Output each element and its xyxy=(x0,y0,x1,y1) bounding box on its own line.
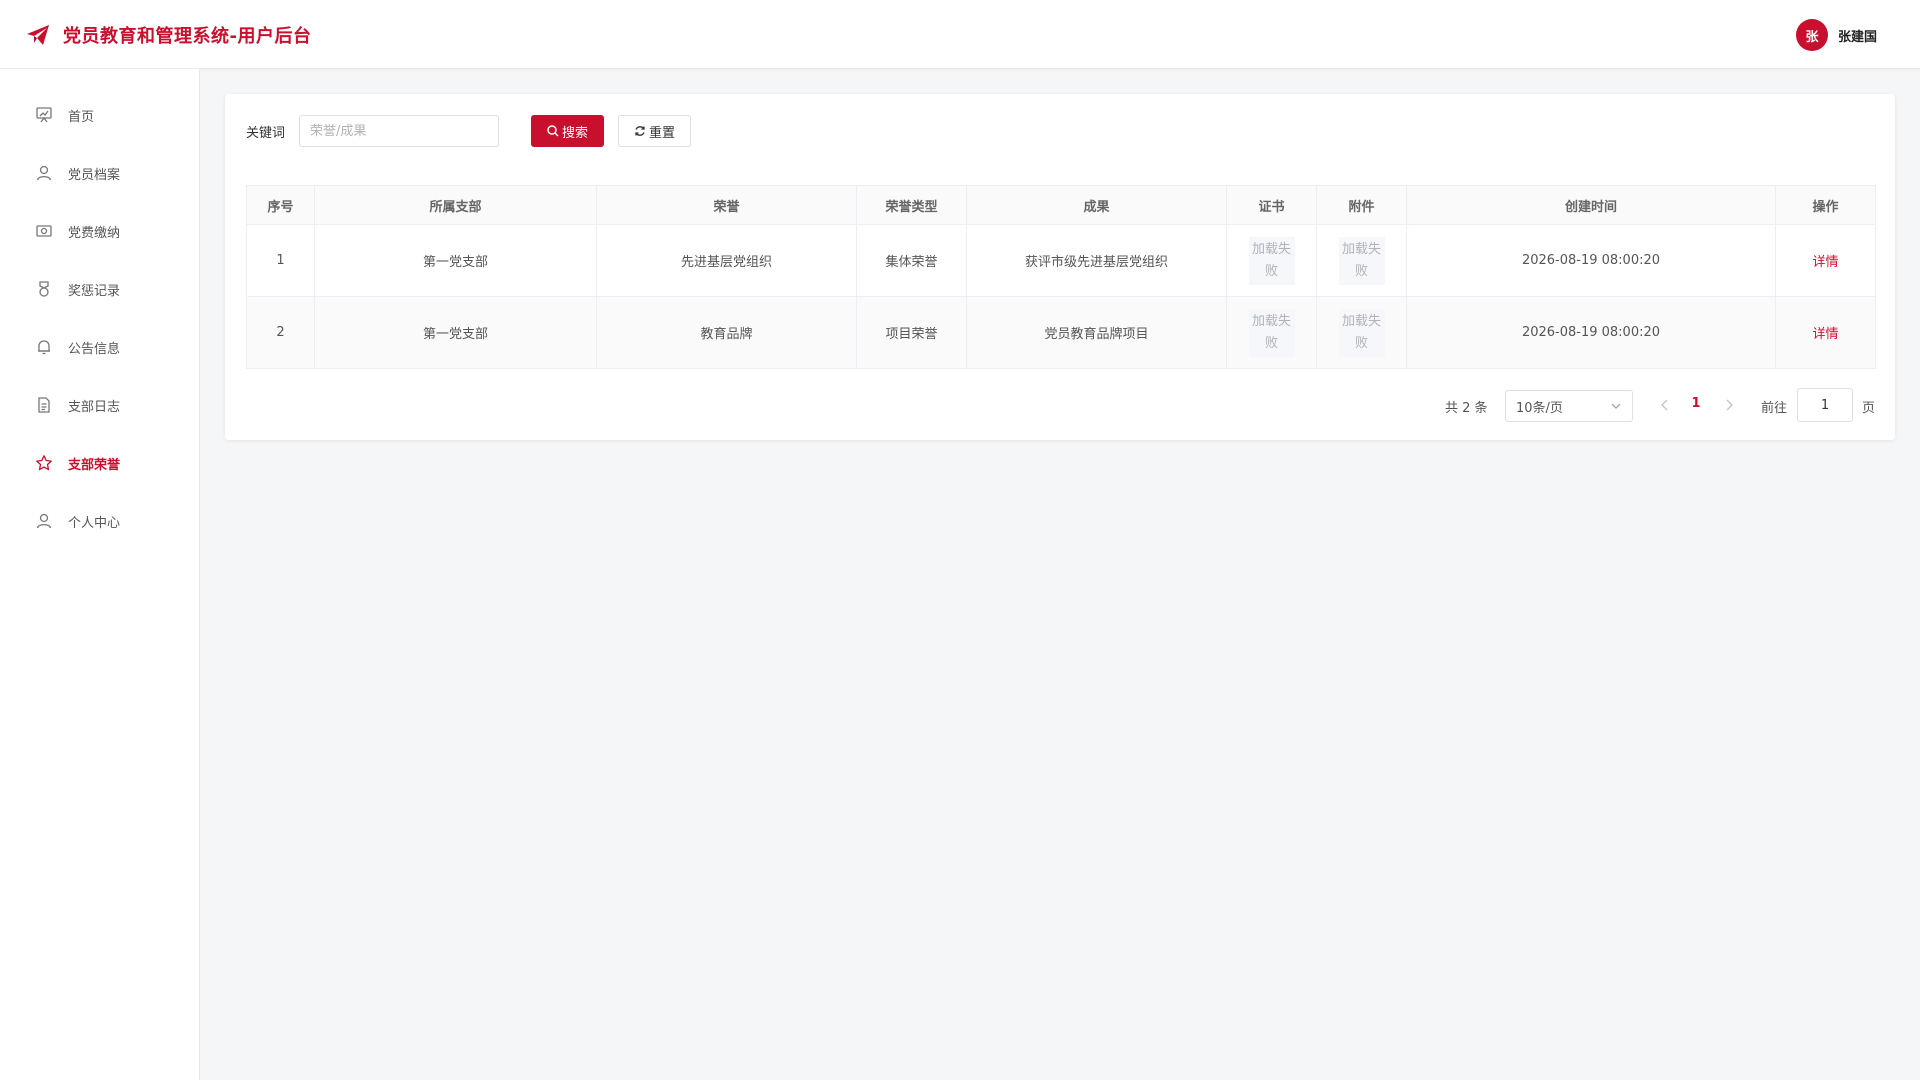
chevron-right-icon[interactable] xyxy=(1721,397,1737,413)
sidebar-item-label: 党费缴纳 xyxy=(68,226,121,241)
cell-index: 2 xyxy=(246,296,315,369)
cell-created: 2026-08-19 08:00:20 xyxy=(1406,296,1776,369)
page-suffix: 页 xyxy=(1862,401,1876,416)
cell-honor: 教育品牌 xyxy=(596,296,857,369)
sidebar-item-branch-log[interactable]: 支部日志 xyxy=(0,383,200,427)
search-button-label: 搜索 xyxy=(561,125,588,141)
medal-icon xyxy=(39,281,49,297)
avatar[interactable]: 张 xyxy=(1796,19,1828,51)
sidebar-item-label: 支部日志 xyxy=(68,400,121,415)
sidebar-item-member-files[interactable]: 党员档案 xyxy=(0,151,200,195)
user-icon xyxy=(36,165,52,181)
page-number-current[interactable]: 1 xyxy=(1687,396,1705,411)
page-size-select[interactable]: 10条/页 xyxy=(1505,390,1633,422)
detail-link[interactable]: 详情 xyxy=(1812,255,1838,270)
cell-certificate: 加载失败 xyxy=(1226,296,1317,369)
document-icon xyxy=(38,397,50,413)
chevron-left-icon[interactable] xyxy=(1657,397,1673,413)
cell-type: 集体荣誉 xyxy=(856,224,967,297)
column-header: 操作 xyxy=(1775,185,1876,225)
money-icon xyxy=(36,225,52,237)
home-icon xyxy=(36,107,52,123)
top-header: 党员教育和管理系统-用户后台 张 张建国 xyxy=(0,0,1920,69)
sidebar-item-label: 个人中心 xyxy=(68,516,121,531)
star-icon xyxy=(36,455,52,471)
paper-plane-icon xyxy=(27,25,49,45)
column-header: 荣誉 xyxy=(596,185,857,225)
sidebar-item-label: 首页 xyxy=(68,110,95,125)
sidebar-item-notices[interactable]: 公告信息 xyxy=(0,325,200,369)
certificate-load-failed[interactable]: 加载失败 xyxy=(1248,308,1295,357)
table-row: 2 第一党支部 教育品牌 项目荣誉 党员教育品牌项目 加载失败 加载失败 202… xyxy=(246,296,1876,369)
sidebar-item-label: 支部荣誉 xyxy=(68,458,121,473)
main-card: 关键词 搜索 重置 序号 所属支部 荣誉 荣誉类型 成果 证书 附件 xyxy=(225,94,1895,440)
cell-certificate: 加载失败 xyxy=(1226,224,1317,297)
column-header: 所属支部 xyxy=(314,185,597,225)
cell-achievement: 获评市级先进基层党组织 xyxy=(966,224,1227,297)
cell-type: 项目荣誉 xyxy=(856,296,967,369)
cell-honor: 先进基层党组织 xyxy=(596,224,857,297)
column-header: 证书 xyxy=(1226,185,1317,225)
sidebar: 首页 党员档案 党费缴纳 奖惩记录 公告信息 支部日志 支部荣誉 个人中心 xyxy=(0,69,200,1080)
column-header: 附件 xyxy=(1316,185,1407,225)
attachment-load-failed[interactable]: 加载失败 xyxy=(1338,236,1385,285)
cell-action: 详情 xyxy=(1775,296,1876,369)
column-header: 序号 xyxy=(246,185,315,225)
sidebar-item-dues[interactable]: 党费缴纳 xyxy=(0,209,200,253)
sidebar-item-rewards[interactable]: 奖惩记录 xyxy=(0,267,200,311)
cell-branch: 第一党支部 xyxy=(314,296,597,369)
sidebar-item-label: 公告信息 xyxy=(68,342,121,357)
app-title: 党员教育和管理系统-用户后台 xyxy=(63,26,312,47)
table-row: 1 第一党支部 先进基层党组织 集体荣誉 获评市级先进基层党组织 加载失败 加载… xyxy=(246,224,1876,297)
goto-label: 前往 xyxy=(1761,401,1788,416)
reset-button[interactable]: 重置 xyxy=(618,115,691,147)
cell-attachment: 加载失败 xyxy=(1316,224,1407,297)
table-header-row: 序号 所属支部 荣誉 荣誉类型 成果 证书 附件 创建时间 操作 xyxy=(246,185,1876,225)
username[interactable]: 张建国 xyxy=(1838,26,1877,45)
search-button[interactable]: 搜索 xyxy=(531,115,604,147)
cell-branch: 第一党支部 xyxy=(314,224,597,297)
goto-page-input[interactable] xyxy=(1797,388,1853,422)
cell-achievement: 党员教育品牌项目 xyxy=(966,296,1227,369)
reset-button-label: 重置 xyxy=(648,125,675,141)
certificate-load-failed[interactable]: 加载失败 xyxy=(1248,236,1295,285)
cell-index: 1 xyxy=(246,224,315,297)
search-icon xyxy=(547,125,559,137)
chevron-down-icon xyxy=(1611,403,1621,409)
sidebar-item-home[interactable]: 首页 xyxy=(0,93,200,137)
sidebar-item-profile[interactable]: 个人中心 xyxy=(0,499,200,543)
cell-created: 2026-08-19 08:00:20 xyxy=(1406,224,1776,297)
cell-attachment: 加载失败 xyxy=(1316,296,1407,369)
honor-table: 序号 所属支部 荣誉 荣誉类型 成果 证书 附件 创建时间 操作 1 第一党支部… xyxy=(246,185,1876,369)
column-header: 创建时间 xyxy=(1406,185,1776,225)
keyword-input[interactable] xyxy=(299,115,499,147)
sidebar-item-label: 奖惩记录 xyxy=(68,284,121,299)
column-header: 成果 xyxy=(966,185,1227,225)
keyword-label: 关键词 xyxy=(246,126,286,141)
attachment-load-failed[interactable]: 加载失败 xyxy=(1338,308,1385,357)
refresh-icon xyxy=(635,126,645,136)
column-header: 荣誉类型 xyxy=(856,185,967,225)
sidebar-item-branch-honors[interactable]: 支部荣誉 xyxy=(0,441,200,485)
sidebar-item-label: 党员档案 xyxy=(68,168,121,183)
user-icon xyxy=(36,513,52,529)
page-size-value: 10条/页 xyxy=(1516,400,1563,416)
detail-link[interactable]: 详情 xyxy=(1812,327,1838,342)
cell-action: 详情 xyxy=(1775,224,1876,297)
bell-icon xyxy=(38,340,50,355)
pagination-total: 共 2 条 xyxy=(1445,401,1488,416)
